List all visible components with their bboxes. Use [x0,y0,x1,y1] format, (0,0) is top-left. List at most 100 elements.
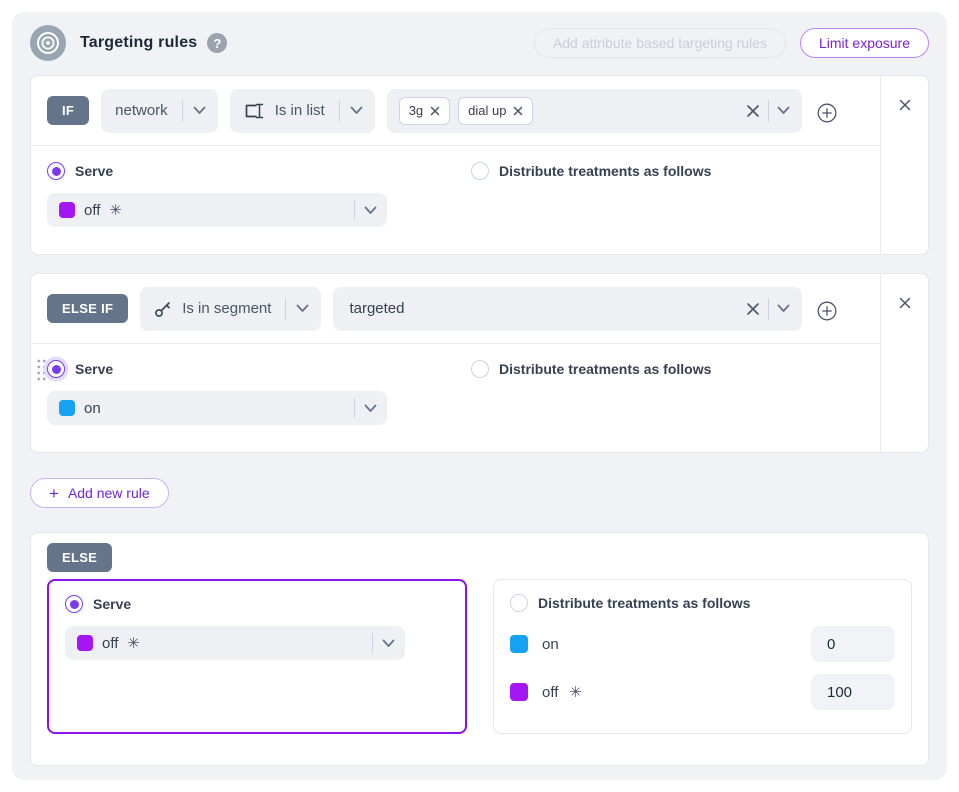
distribute-option: Distribute treatments as follows [471,162,711,180]
serve-radio[interactable] [47,360,65,378]
select-divider [354,398,355,418]
segment-select-value: targeted [345,300,404,317]
chevron-down-icon [364,404,377,413]
chevron-down-icon[interactable] [777,304,790,313]
if-badge: IF [47,96,89,125]
value-chip: 3g [399,97,450,125]
select-divider [285,298,286,320]
value-chip: dial up [458,97,533,125]
select-divider [768,100,769,122]
distribute-box: Distribute treatments as follows on off … [493,579,912,734]
distribute-radio[interactable] [471,360,489,378]
matcher-select[interactable]: Is in list [230,89,375,133]
condition-row: ELSE IF Is in segment targeted [31,274,880,344]
close-icon [898,98,912,112]
serve-options-row: Serve Distribute treatments as follows [47,360,864,378]
default-treatment-icon: ✳ [569,685,582,700]
bullseye-icon [36,31,60,55]
treatment-name: off [102,635,118,652]
segment-key-icon [154,300,172,318]
add-new-rule-label: Add new rule [68,485,150,501]
panel-header: Targeting rules ? Add attribute based ta… [30,25,929,61]
add-new-rule-button[interactable]: + Add new rule [30,478,169,508]
condition-row: IF network Is in list [31,76,880,146]
treatment-color-swatch [59,400,75,416]
serve-label: Serve [93,596,131,612]
distribute-label: Distribute treatments as follows [499,163,711,179]
add-condition-button[interactable] [814,100,840,122]
treatment-select[interactable]: on [47,391,387,425]
drag-handle[interactable] [35,357,46,383]
remove-chip-icon[interactable] [430,106,440,116]
serve-option: Serve [65,595,449,613]
segment-select[interactable]: targeted [333,287,802,331]
treatment-color-swatch [59,202,75,218]
remove-rule-button[interactable] [896,292,914,314]
clear-segment-icon[interactable] [746,302,760,316]
string-matcher-icon [244,103,265,119]
serve-box: Serve off ✳ [47,579,467,734]
rule-card-if: IF network Is in list [30,75,929,255]
treatment-color-swatch [77,635,93,651]
rule-aside [880,76,928,254]
treatment-percentage-input[interactable] [811,626,895,662]
attribute-select[interactable]: network [101,89,218,133]
select-divider [372,633,373,653]
targeting-rules-icon [30,25,66,61]
default-rule-options: Serve off ✳ Distribute treatments as [47,579,912,734]
treatment-name: on [542,636,559,653]
treatment-select[interactable]: off ✳ [47,193,387,227]
treatment-name: off [84,202,100,219]
distribute-radio[interactable] [510,594,528,612]
default-treatment-icon: ✳ [109,203,122,218]
treatment-percentage-input[interactable] [811,674,895,710]
distribute-radio[interactable] [471,162,489,180]
treatment-select[interactable]: off ✳ [65,626,405,660]
rule-aside [880,274,928,452]
matcher-select[interactable]: Is in segment [140,287,321,331]
default-treatment-icon: ✳ [127,636,140,651]
treatment-name: on [84,400,101,417]
select-divider [768,298,769,320]
rule-card-else-if: ELSE IF Is in segment targeted [30,273,929,453]
distribute-label: Distribute treatments as follows [538,595,750,611]
select-divider [354,200,355,220]
chevron-down-icon [382,639,395,648]
plus-circle-icon [816,300,838,322]
chevron-down-icon [296,304,309,313]
serve-radio[interactable] [47,162,65,180]
add-rule-row: + Add new rule [30,478,929,508]
treatment-name: off [542,684,558,701]
clear-values-icon[interactable] [746,104,760,118]
serve-radio[interactable] [65,595,83,613]
serve-option: Serve [47,162,471,180]
else-badge: ELSE [47,543,112,572]
rule-main: ELSE IF Is in segment targeted [31,274,880,452]
chevron-down-icon [364,206,377,215]
distribute-option: Distribute treatments as follows [471,360,711,378]
matcher-select-value: Is in segment [182,300,271,317]
chip-label: 3g [409,103,423,118]
list-values-input[interactable]: 3g dial up [387,89,802,133]
distribution-row: off ✳ [510,674,895,710]
distribution-row: on [510,626,895,662]
select-divider [182,100,183,122]
help-icon[interactable]: ? [207,33,227,53]
add-condition-button[interactable] [814,298,840,320]
serve-label: Serve [75,361,113,377]
chevron-down-icon [193,106,206,115]
treatment-color-swatch [510,683,528,701]
else-badge-row: ELSE [47,549,912,567]
remove-rule-button[interactable] [896,94,914,116]
page-title: Targeting rules [80,34,197,52]
plus-circle-icon [816,102,838,124]
else-if-badge: ELSE IF [47,294,128,323]
limit-exposure-button[interactable]: Limit exposure [800,28,929,58]
serve-area: Serve Distribute treatments as follows o… [31,146,880,254]
add-attribute-rules-button[interactable]: Add attribute based targeting rules [534,28,786,58]
remove-chip-icon[interactable] [513,106,523,116]
serve-label: Serve [75,163,113,179]
serve-option: Serve [47,360,471,378]
chevron-down-icon[interactable] [777,106,790,115]
select-divider [339,100,340,122]
